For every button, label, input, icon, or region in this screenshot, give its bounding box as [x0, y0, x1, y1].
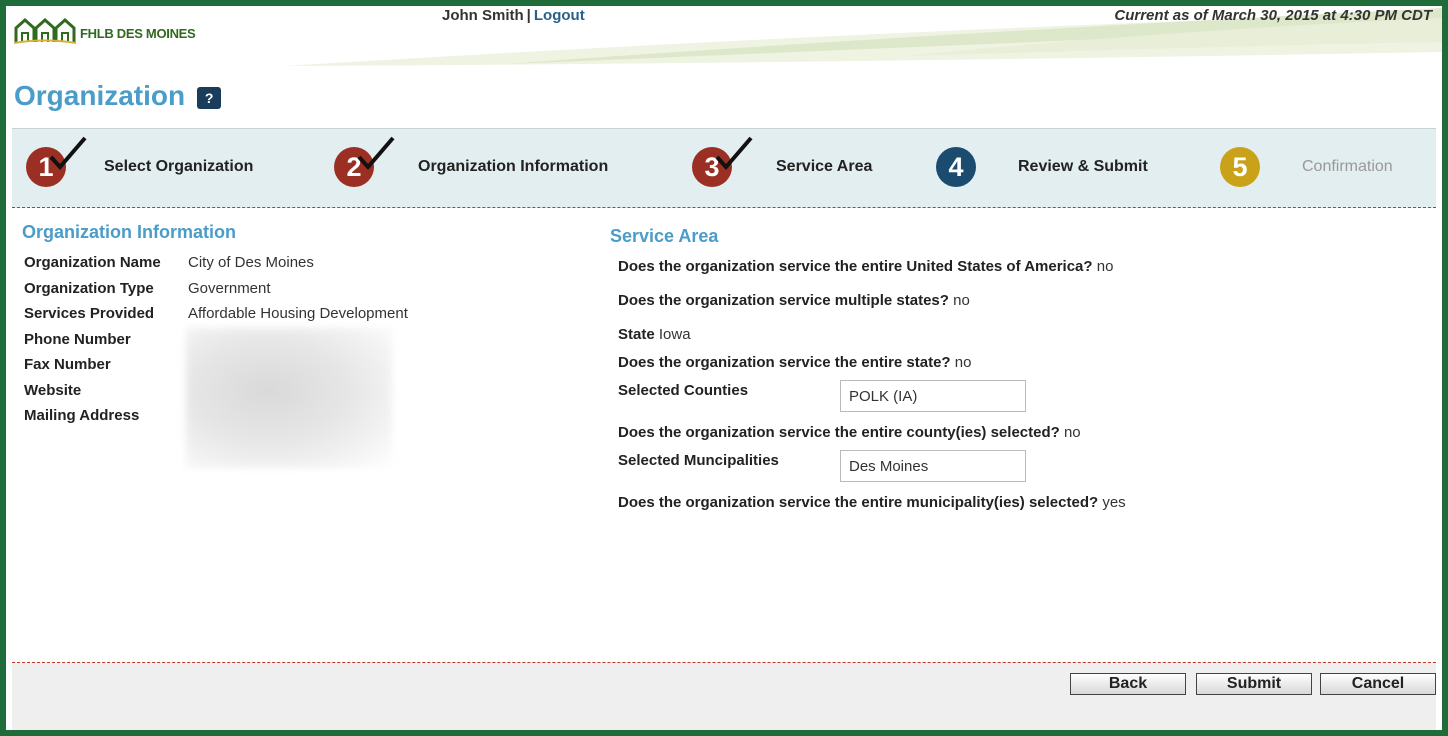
help-icon[interactable]: ? [197, 87, 222, 109]
info-label: Organization Name [24, 254, 161, 272]
checkmark-icon [49, 136, 87, 171]
info-value: City of Des Moines [188, 254, 314, 272]
step-label: Review & Submit [1018, 158, 1148, 175]
logo-text: FHLB DES MOINES [80, 26, 196, 41]
logo[interactable]: FHLB DES MOINES [14, 14, 196, 44]
state-label: State [618, 326, 655, 343]
current-as-of: Current as of March 30, 2015 at 4:30 PM … [1114, 7, 1432, 24]
info-row-organization-type: Organization Type Government [24, 276, 408, 302]
info-value: Affordable Housing Development [188, 305, 408, 323]
houses-logo-icon [14, 17, 76, 44]
step-label: Service Area [776, 158, 873, 175]
submit-button[interactable]: Submit [1196, 673, 1312, 695]
user-separator: | [526, 7, 531, 24]
step-confirmation: 5 Confirmation [1220, 147, 1393, 187]
info-label: Fax Number [24, 356, 111, 374]
info-label: Mailing Address [24, 407, 140, 425]
selected-counties-field: POLK (IA) [840, 380, 1026, 412]
back-button[interactable]: Back [1070, 673, 1186, 695]
checkmark-icon [357, 136, 395, 171]
header: FHLB DES MOINES John Smith | Logout Curren… [6, 6, 1442, 76]
step-review-submit: 4 Review & Submit [936, 147, 1148, 187]
user-name: John Smith [442, 7, 524, 24]
info-row-organization-name: Organization Name City of Des Moines [24, 250, 408, 276]
redacted-contact-info [186, 328, 392, 468]
selected-counties-label: Selected Counties [618, 382, 749, 399]
info-label: Phone Number [24, 330, 131, 348]
step-organization-information: 2 Organization Information [334, 136, 609, 187]
answer-entire-state: no [954, 354, 972, 371]
step-label: Select Organization [104, 158, 254, 175]
service-area-title: Service Area [610, 226, 719, 246]
selected-municipalities-field: Des Moines [840, 450, 1026, 482]
answer-entire-municipality: yes [1102, 494, 1126, 511]
step-number: 2 [334, 136, 395, 187]
progress-steps: 1 Select Organization 2 Organization Inf… [12, 128, 1436, 208]
state-value: Iowa [658, 326, 691, 343]
info-label: Organization Type [24, 279, 154, 297]
q-entire-county: Does the organization service the entire… [618, 424, 1081, 441]
user-area: John Smith | Logout [442, 7, 585, 24]
step-select-organization: 1 Select Organization [26, 136, 254, 187]
q-entire-municipality: Does the organization service the entire… [618, 494, 1126, 511]
selected-municipalities-label: Selected Muncipalities [618, 452, 779, 469]
step-number: 3 [692, 136, 753, 187]
app-frame: FHLB DES MOINES John Smith | Logout Curren… [0, 0, 1448, 736]
step-number: 1 [26, 136, 87, 187]
footer-bar: Back Submit Cancel [12, 662, 1436, 730]
step-label: Confirmation [1302, 158, 1393, 175]
org-info-title: Organization Information [22, 222, 236, 242]
q-entire-usa: Does the organization service the entire… [618, 258, 1114, 275]
logout-link[interactable]: Logout [534, 7, 585, 24]
page-title-row: Organization ? [14, 80, 222, 112]
info-row-services-provided: Services Provided Affordable Housing Dev… [24, 301, 408, 327]
state-row: State Iowa [618, 326, 691, 343]
step-service-area: 3 Service Area [692, 136, 873, 187]
info-label: Services Provided [24, 305, 155, 323]
info-label: Website [24, 381, 82, 399]
info-value: Government [188, 279, 271, 297]
answer-entire-county: no [1063, 424, 1081, 441]
q-multiple-states: Does the organization service multiple s… [618, 292, 970, 309]
answer-multiple-states: no [953, 292, 970, 309]
checkmark-icon [715, 136, 753, 171]
step-number: 4 [936, 147, 976, 187]
q-entire-state: Does the organization service the entire… [618, 354, 972, 371]
cancel-button[interactable]: Cancel [1320, 673, 1436, 695]
step-number: 5 [1220, 147, 1260, 187]
answer-entire-usa: no [1096, 258, 1114, 275]
step-label: Organization Information [418, 158, 609, 175]
page-title: Organization [14, 80, 186, 111]
